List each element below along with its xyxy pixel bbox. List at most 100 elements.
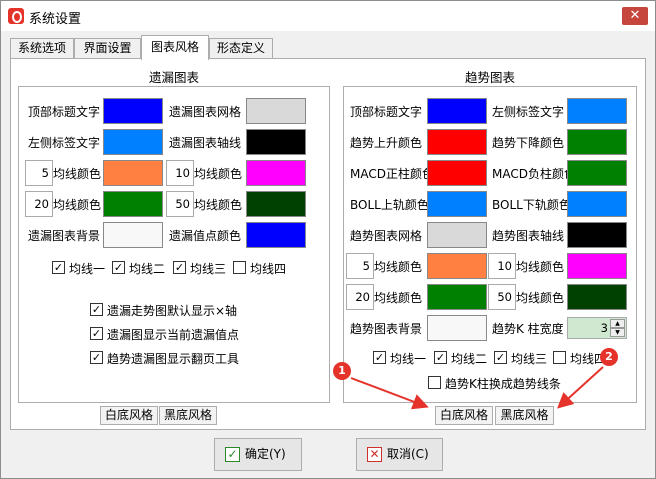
annotation-badge-2: 2 (600, 348, 618, 366)
right-option-k-line-label: 趋势K柱换成趋势线条 (445, 377, 561, 391)
ma-period-input[interactable]: 20 (25, 191, 53, 217)
tab-system-options[interactable]: 系统选项 (10, 38, 74, 59)
color-swatch[interactable] (427, 160, 487, 186)
right-ma-4-checkbox[interactable] (553, 351, 566, 364)
color-swatch[interactable] (427, 253, 487, 279)
annotation-badge-1: 1 (333, 362, 351, 380)
left-ma-4-label: 均线四 (250, 262, 287, 276)
color-swatch[interactable] (246, 191, 306, 217)
row-label: 遗漏图表网格 (169, 105, 242, 119)
color-swatch[interactable] (427, 98, 487, 124)
right-ma-2-label: 均线二 (451, 352, 488, 366)
left-ma-4-checkbox[interactable] (233, 261, 246, 274)
left-ma-3-label: 均线三 (190, 262, 227, 276)
row-label: BOLL上轨颜色 (350, 198, 429, 212)
color-swatch[interactable] (427, 315, 487, 341)
row-label: 左侧标签文字 (492, 105, 565, 119)
color-swatch[interactable] (103, 191, 163, 217)
color-swatch[interactable] (103, 129, 163, 155)
color-swatch[interactable] (427, 129, 487, 155)
app-logo-icon (8, 8, 24, 24)
row-label: 均线颜色 (194, 167, 243, 181)
trend-chart-group: 趋势图表 顶部标题文字 左侧标签文字 趋势上升颜色 趋势下降颜色 MACD正柱颜色 MAC… (343, 70, 637, 403)
ma-period-input[interactable]: 10 (166, 160, 194, 186)
left-option-3-label: 趋势遗漏图显示翻页工具 (107, 352, 240, 366)
row-label: 遗漏图表背景 (28, 229, 101, 243)
color-swatch[interactable] (567, 253, 627, 279)
ok-check-icon: ✓ (225, 447, 240, 462)
row-label: 顶部标题文字 (350, 105, 423, 119)
color-swatch[interactable] (246, 129, 306, 155)
row-label: 均线颜色 (194, 198, 243, 212)
tab-interface-settings[interactable]: 界面设置 (74, 38, 141, 59)
ma-period-input[interactable]: 5 (25, 160, 53, 186)
row-label: 均线颜色 (516, 291, 565, 305)
row-label: 趋势上升颜色 (350, 136, 423, 150)
left-ma-1-label: 均线一 (69, 262, 106, 276)
left-ma-3-checkbox[interactable]: ✓ (173, 261, 186, 274)
row-label: 均线颜色 (374, 291, 423, 305)
ok-label: 确定(Y) (245, 447, 286, 461)
tab-chart-style[interactable]: 图表风格 (141, 35, 209, 60)
spinner-arrows: ▲ ▼ (610, 319, 625, 337)
ma-period-input[interactable]: 5 (346, 253, 374, 279)
tab-pattern-definition[interactable]: 形态定义 (209, 38, 273, 59)
row-label: 遗漏图表轴线 (169, 136, 242, 150)
color-swatch[interactable] (246, 222, 306, 248)
right-ma-1-label: 均线一 (390, 352, 427, 366)
row-label: 趋势图表网格 (350, 229, 423, 243)
ma-period-input[interactable]: 20 (346, 284, 374, 310)
left-option-1-label: 遗漏走势图默认显示×轴 (107, 304, 238, 318)
right-option-k-line-checkbox[interactable] (428, 376, 441, 389)
ok-button[interactable]: ✓ 确定(Y) (214, 438, 302, 471)
close-button[interactable]: ✕ (622, 7, 648, 25)
left-option-3-checkbox[interactable]: ✓ (90, 351, 103, 364)
row-label: 趋势下降颜色 (492, 136, 565, 150)
spin-down-icon[interactable]: ▼ (610, 328, 625, 337)
color-swatch[interactable] (427, 191, 487, 217)
color-swatch[interactable] (567, 191, 627, 217)
color-swatch[interactable] (567, 98, 627, 124)
color-swatch[interactable] (567, 160, 627, 186)
ma-period-input[interactable]: 10 (488, 253, 516, 279)
ma-period-input[interactable]: 50 (166, 191, 194, 217)
color-swatch[interactable] (103, 222, 163, 248)
bar-width-spinner[interactable]: 3 ▲ ▼ (567, 317, 627, 339)
left-ma-1-checkbox[interactable]: ✓ (52, 261, 65, 274)
color-swatch[interactable] (246, 160, 306, 186)
right-black-style-button[interactable]: 黑底风格 (495, 406, 554, 425)
spin-up-icon[interactable]: ▲ (610, 319, 625, 328)
row-label: 趋势K 柱宽度 (492, 322, 564, 336)
left-ma-2-label: 均线二 (129, 262, 166, 276)
left-option-2-checkbox[interactable]: ✓ (90, 327, 103, 340)
ma-period-input[interactable]: 50 (488, 284, 516, 310)
title-bar: 系统设置 ✕ (1, 1, 655, 31)
color-swatch[interactable] (567, 222, 627, 248)
cancel-label: 取消(C) (387, 447, 429, 461)
color-swatch[interactable] (427, 284, 487, 310)
right-ma-3-checkbox[interactable]: ✓ (494, 351, 507, 364)
row-label: 左侧标签文字 (28, 136, 101, 150)
left-option-1-checkbox[interactable]: ✓ (90, 303, 103, 316)
row-label: 均线颜色 (374, 260, 423, 274)
right-white-style-button[interactable]: 白底风格 (435, 406, 493, 425)
left-ma-2-checkbox[interactable]: ✓ (112, 261, 125, 274)
row-label: 均线颜色 (53, 198, 102, 212)
right-ma-1-checkbox[interactable]: ✓ (373, 351, 386, 364)
color-swatch[interactable] (103, 98, 163, 124)
bar-width-value: 3 (600, 321, 608, 335)
color-swatch[interactable] (427, 222, 487, 248)
color-swatch[interactable] (246, 98, 306, 124)
right-ma-2-checkbox[interactable]: ✓ (434, 351, 447, 364)
color-swatch[interactable] (103, 160, 163, 186)
left-white-style-button[interactable]: 白底风格 (100, 406, 158, 425)
cancel-button[interactable]: ✕ 取消(C) (356, 438, 443, 471)
row-label: MACD负柱颜色 (492, 167, 576, 181)
left-black-style-button[interactable]: 黑底风格 (159, 406, 217, 425)
row-label: 遗漏值点颜色 (169, 229, 242, 243)
right-ma-3-label: 均线三 (511, 352, 548, 366)
row-label: 趋势图表背景 (350, 322, 423, 336)
color-swatch[interactable] (567, 284, 627, 310)
chart-style-page: 遗漏图表 顶部标题文字 遗漏图表网格 左侧标签文字 遗漏图表轴线 5 均线颜色 10 均线颜色… (10, 58, 646, 430)
color-swatch[interactable] (567, 129, 627, 155)
